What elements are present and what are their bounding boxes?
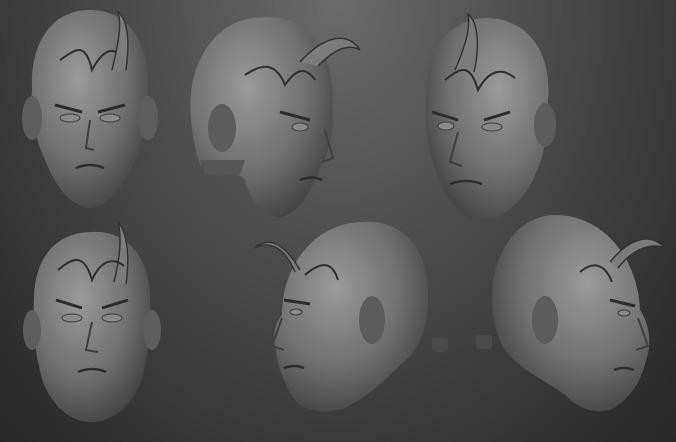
three-quarter-left-view — [425, 12, 556, 222]
head-front-low-icon — [33, 231, 151, 422]
profile-left-view — [254, 221, 448, 412]
head-profile-icon — [274, 221, 429, 412]
three-quarter-right-view — [190, 17, 361, 218]
sculpt-viewport — [0, 0, 676, 442]
profile-right-view — [476, 215, 666, 412]
head-front-icon — [31, 10, 149, 208]
head-sculpt-sheet — [22, 9, 666, 422]
front-low-view — [23, 221, 161, 422]
front-view — [22, 9, 158, 208]
